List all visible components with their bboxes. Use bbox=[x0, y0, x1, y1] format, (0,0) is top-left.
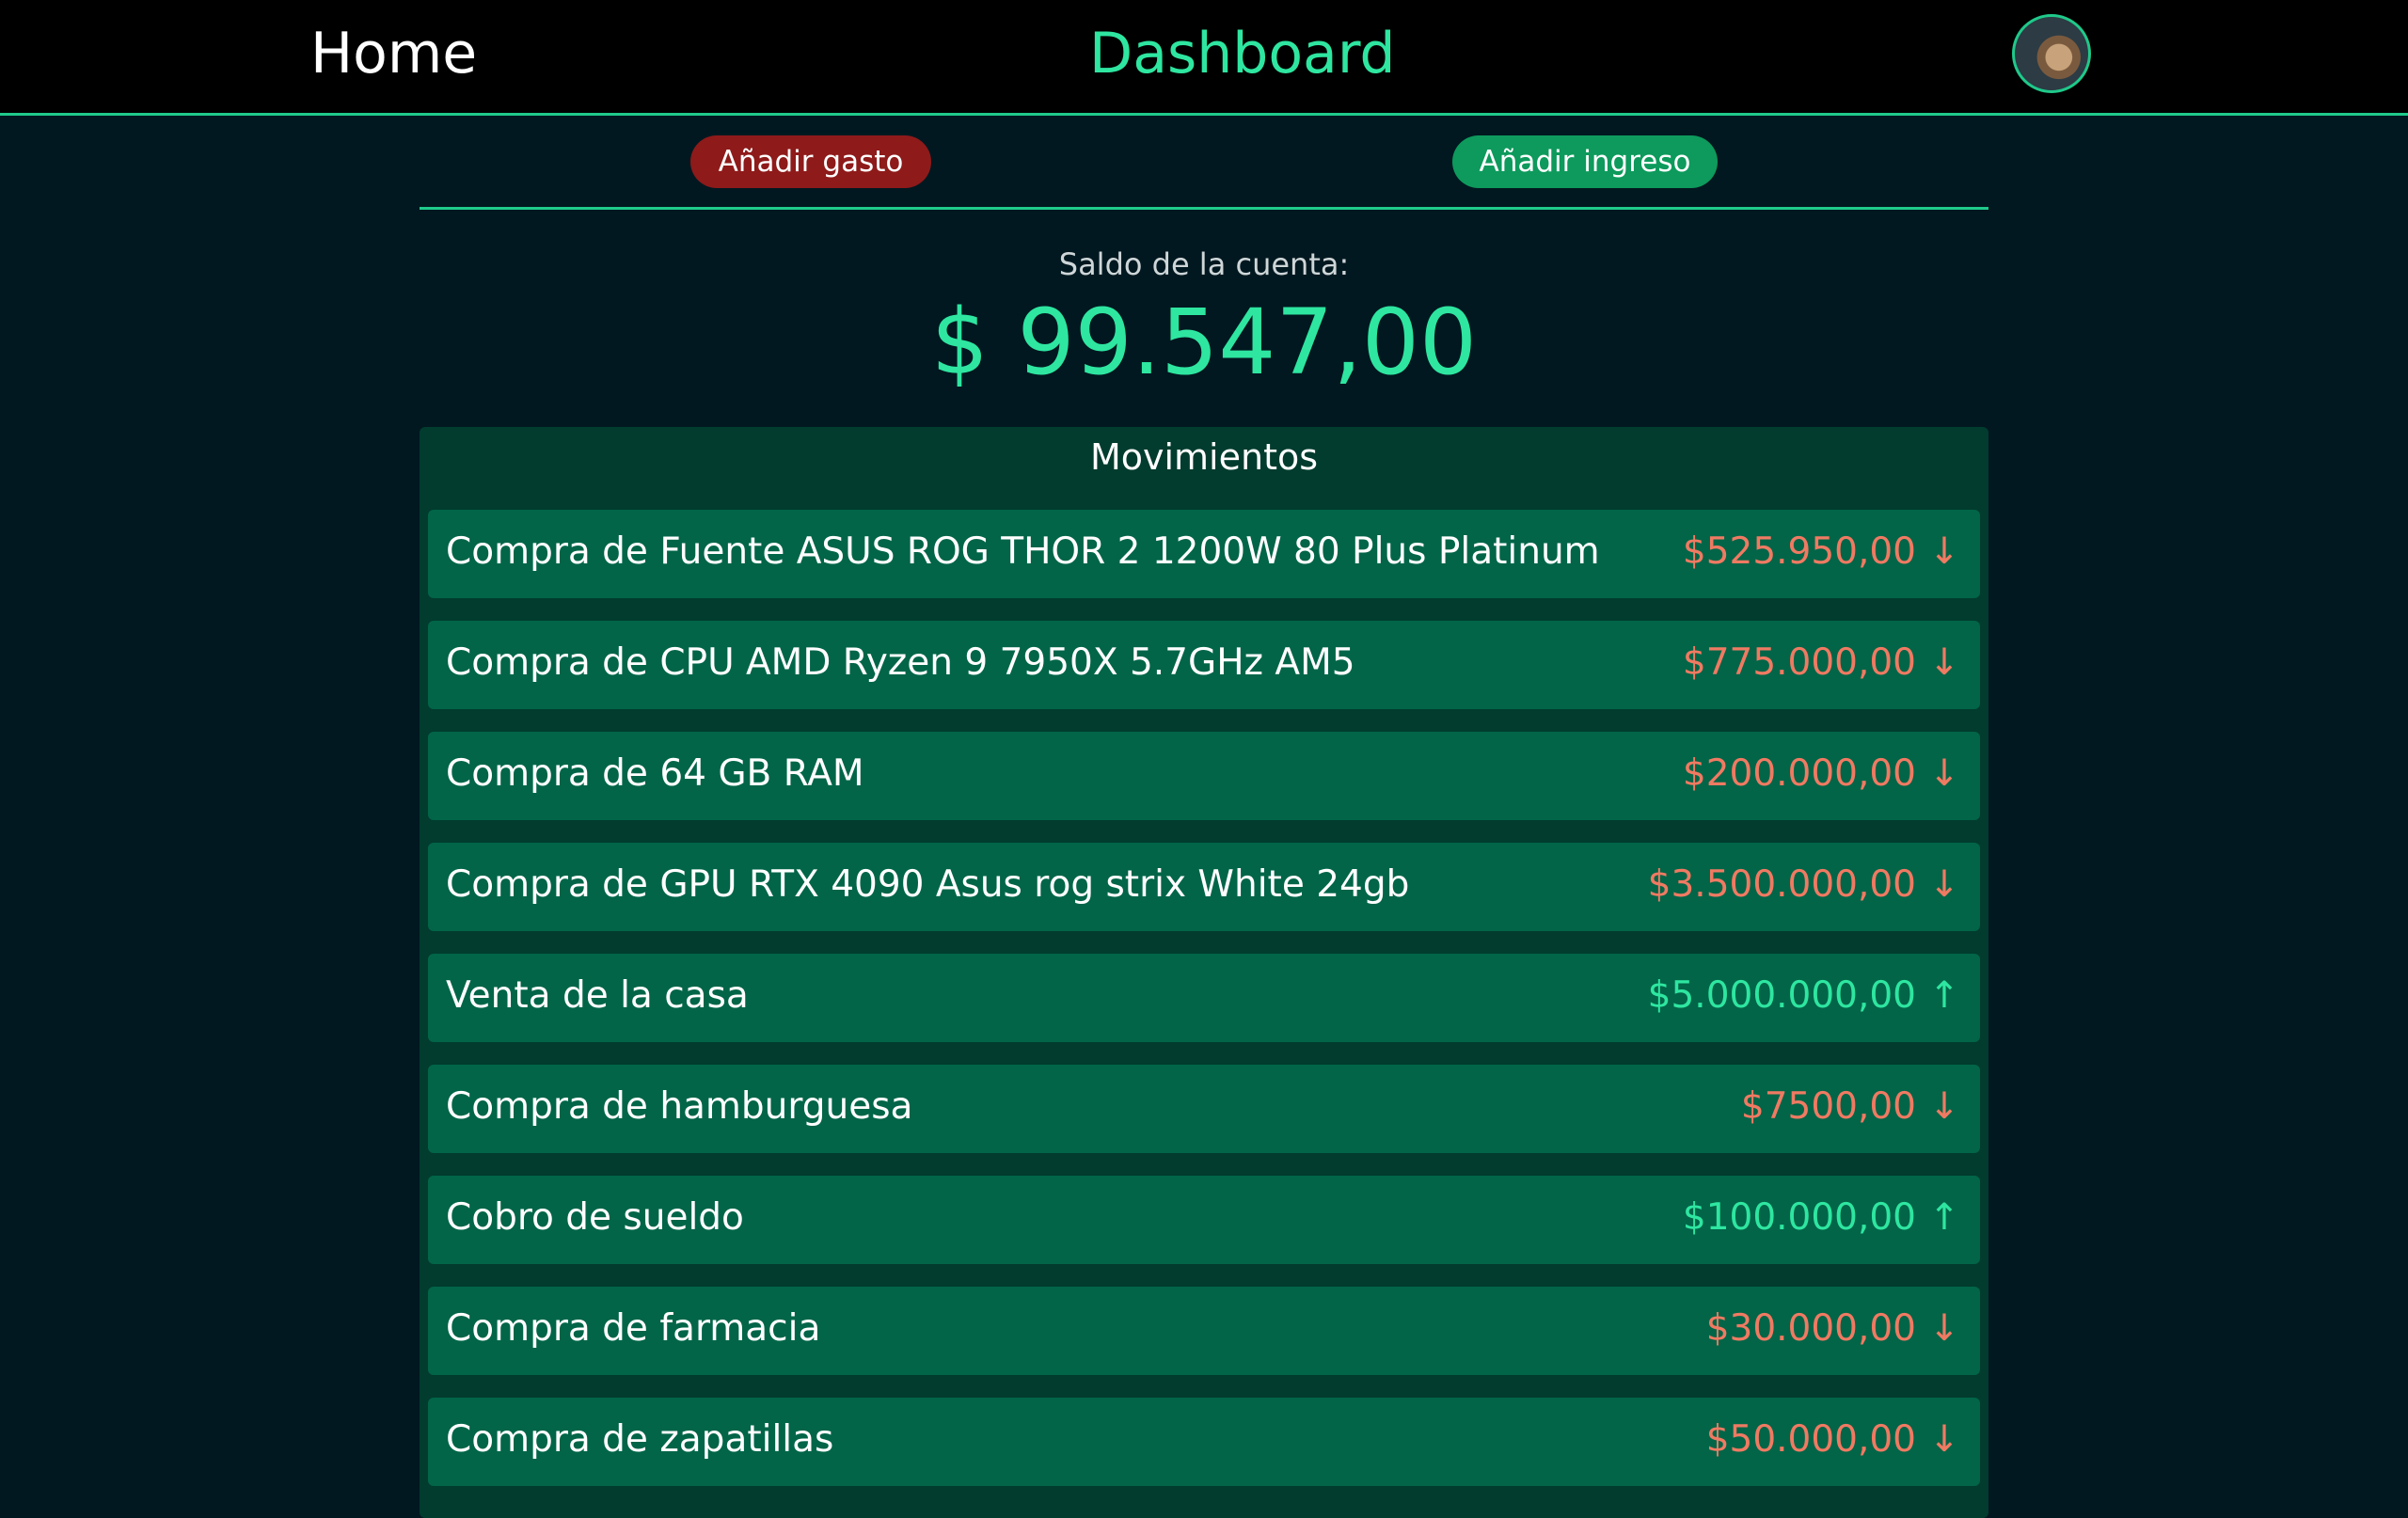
action-bar: Añadir gasto Añadir ingreso bbox=[420, 115, 1988, 210]
movement-row[interactable]: Compra de GPU RTX 4090 Asus rog strix Wh… bbox=[428, 843, 1980, 931]
arrow-up-icon: ↑ bbox=[1928, 1196, 1960, 1239]
arrow-down-icon: ↓ bbox=[1928, 752, 1960, 795]
movement-row[interactable]: Compra de 64 GB RAM $200.000,00 ↓ bbox=[428, 732, 1980, 820]
movement-row[interactable]: Compra de zapatillas $50.000,00 ↓ bbox=[428, 1398, 1980, 1486]
movement-description: Compra de CPU AMD Ryzen 9 7950X 5.7GHz A… bbox=[446, 641, 1355, 684]
movement-row[interactable]: Compra de hamburguesa $7500,00 ↓ bbox=[428, 1065, 1980, 1153]
movements-list: Compra de Fuente ASUS ROG THOR 2 1200W 8… bbox=[428, 510, 1980, 1509]
movement-description: Compra de hamburguesa bbox=[446, 1085, 913, 1128]
arrow-down-icon: ↓ bbox=[1928, 1307, 1960, 1350]
movement-row[interactable]: Venta de la casa $5.000.000,00 ↑ bbox=[428, 954, 1980, 1042]
movement-description: Compra de 64 GB RAM bbox=[446, 752, 864, 795]
add-income-button[interactable]: Añadir ingreso bbox=[1452, 135, 1718, 188]
movement-amount: $50.000,00 bbox=[1705, 1418, 1916, 1461]
balance-value: $ 99.547,00 bbox=[930, 290, 1478, 395]
page-title: Dashboard bbox=[1089, 21, 1396, 87]
movement-row[interactable]: Compra de farmacia $30.000,00 ↓ bbox=[428, 1287, 1980, 1375]
arrow-up-icon: ↑ bbox=[1928, 974, 1960, 1017]
movement-amount: $200.000,00 bbox=[1682, 752, 1916, 795]
movement-row[interactable]: Cobro de sueldo $100.000,00 ↑ bbox=[428, 1176, 1980, 1264]
arrow-down-icon: ↓ bbox=[1928, 641, 1960, 684]
movement-description: Compra de zapatillas bbox=[446, 1418, 834, 1461]
add-expense-button[interactable]: Añadir gasto bbox=[690, 135, 931, 188]
top-navbar: Home Dashboard bbox=[0, 0, 2408, 116]
movement-description: Compra de GPU RTX 4090 Asus rog strix Wh… bbox=[446, 863, 1410, 906]
movement-amount: $100.000,00 bbox=[1682, 1196, 1916, 1239]
arrow-down-icon: ↓ bbox=[1928, 530, 1960, 573]
movement-row[interactable]: Compra de Fuente ASUS ROG THOR 2 1200W 8… bbox=[428, 510, 1980, 598]
user-avatar-icon[interactable] bbox=[2012, 14, 2091, 93]
movement-description: Compra de Fuente ASUS ROG THOR 2 1200W 8… bbox=[446, 530, 1600, 573]
movement-amount: $5.000.000,00 bbox=[1647, 974, 1916, 1017]
movement-amount: $30.000,00 bbox=[1705, 1307, 1916, 1350]
nav-home-link[interactable]: Home bbox=[310, 21, 477, 87]
movements-title: Movimientos bbox=[1089, 436, 1319, 478]
movement-row[interactable]: Compra de CPU AMD Ryzen 9 7950X 5.7GHz A… bbox=[428, 621, 1980, 709]
movement-amount: $775.000,00 bbox=[1682, 641, 1916, 684]
arrow-down-icon: ↓ bbox=[1928, 1085, 1960, 1128]
movement-description: Cobro de sueldo bbox=[446, 1196, 744, 1239]
movements-panel: Movimientos Compra de Fuente ASUS ROG TH… bbox=[420, 427, 1988, 1518]
movement-amount: $3.500.000,00 bbox=[1647, 863, 1916, 906]
movement-amount: $7500,00 bbox=[1740, 1085, 1916, 1128]
movement-description: Compra de farmacia bbox=[446, 1307, 821, 1350]
balance-label: Saldo de la cuenta: bbox=[1058, 246, 1350, 282]
arrow-down-icon: ↓ bbox=[1928, 1418, 1960, 1461]
movement-description: Venta de la casa bbox=[446, 974, 749, 1017]
arrow-down-icon: ↓ bbox=[1928, 863, 1960, 906]
movement-amount: $525.950,00 bbox=[1682, 530, 1916, 573]
